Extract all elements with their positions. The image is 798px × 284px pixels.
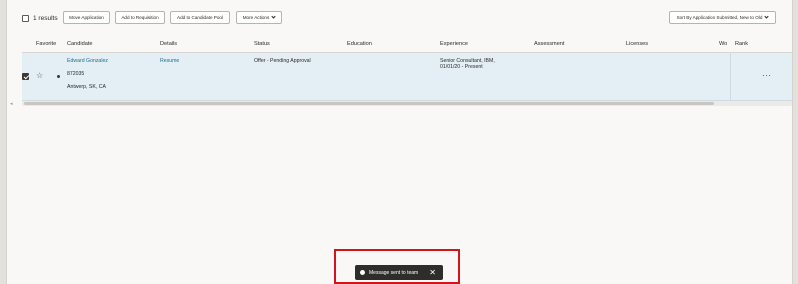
header-education[interactable]: Education	[347, 41, 372, 47]
more-actions-button[interactable]: More Actions	[236, 11, 282, 24]
experience-line2: 01/01/20 - Present	[440, 64, 483, 70]
toast-message: Message sent to team	[369, 269, 419, 276]
scroll-left-icon[interactable]: ◂	[10, 101, 13, 107]
more-horizontal-icon[interactable]: ···	[762, 71, 772, 80]
header-licenses[interactable]: Licenses	[626, 41, 648, 47]
column-divider	[730, 53, 731, 101]
move-application-button[interactable]: Move Application	[63, 11, 110, 24]
results-count: 1 results	[33, 14, 58, 22]
resume-link[interactable]: Resume	[160, 58, 179, 65]
more-actions-label: More Actions	[242, 15, 270, 20]
select-all-results[interactable]: 1 results	[22, 12, 58, 24]
table-row[interactable]: ☆ Edward Gonzalez 872035 Antwerp, SK, CA…	[22, 53, 792, 101]
row-checkbox[interactable]	[22, 73, 29, 80]
chevron-down-icon	[764, 14, 770, 19]
add-to-candidate-pool-button[interactable]: Add to Candidate Pool	[170, 11, 230, 24]
chevron-down-icon	[271, 14, 276, 19]
scrollbar-thumb[interactable]	[24, 102, 714, 105]
toast-notification: Message sent to team ✕	[355, 265, 443, 280]
sort-label: Sort By Application Submitted, New to Ol…	[676, 15, 763, 20]
status-value: Offer - Pending Approval	[254, 58, 311, 64]
header-favorite[interactable]: Favorite	[36, 41, 56, 47]
sort-dropdown[interactable]: Sort By Application Submitted, New to Ol…	[669, 11, 776, 24]
results-toolbar: 1 results Move Application Add to Requis…	[22, 10, 792, 26]
left-frame	[0, 0, 7, 284]
star-icon[interactable]: ☆	[36, 72, 43, 80]
horizontal-scrollbar[interactable]: ◂	[10, 101, 792, 107]
header-experience[interactable]: Experience	[440, 41, 468, 47]
close-icon[interactable]: ✕	[429, 268, 436, 277]
header-details[interactable]: Details	[160, 41, 177, 47]
select-all-checkbox[interactable]	[22, 14, 29, 22]
header-work[interactable]: Wo	[719, 41, 727, 47]
unread-indicator-icon	[57, 75, 60, 78]
candidates-table: Favorite Candidate Details Status Educat…	[22, 36, 792, 101]
candidate-name-link[interactable]: Edward Gonzalez	[67, 58, 108, 65]
candidate-location: Antwerp, SK, CA	[67, 84, 106, 90]
header-candidate[interactable]: Candidate	[67, 41, 93, 47]
header-status[interactable]: Status	[254, 41, 270, 47]
info-icon	[360, 270, 365, 275]
header-rank[interactable]: Rank	[735, 41, 748, 47]
candidate-id: 872035	[67, 71, 85, 77]
header-assessment[interactable]: Assessment	[534, 41, 564, 47]
add-to-requisition-button[interactable]: Add to Requisition	[115, 11, 165, 24]
table-header: Favorite Candidate Details Status Educat…	[22, 36, 792, 53]
right-frame	[792, 0, 798, 284]
